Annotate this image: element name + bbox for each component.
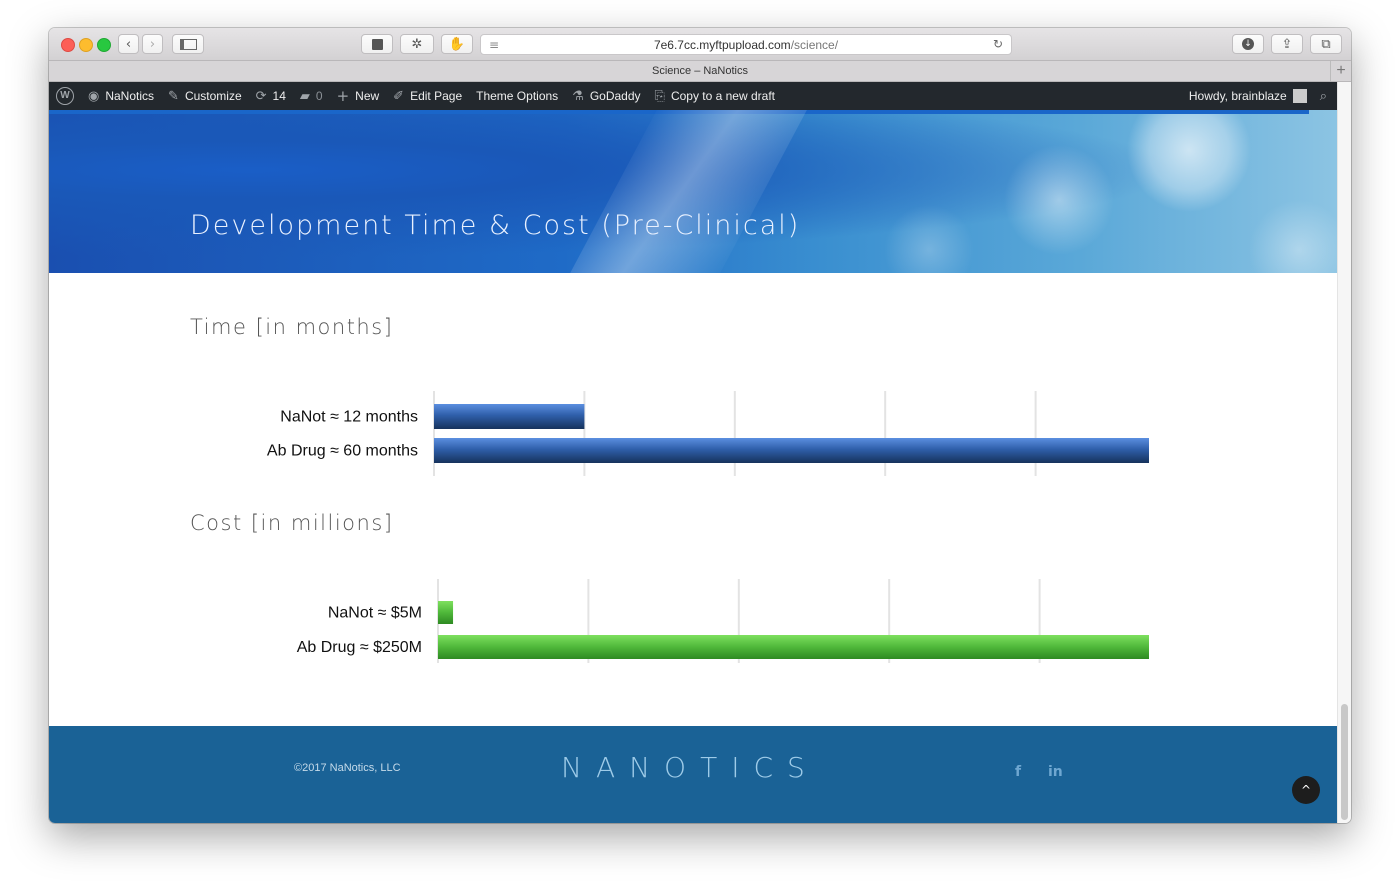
godaddy-label: GoDaddy: [589, 89, 641, 103]
sidebar-toggle-button[interactable]: [172, 34, 204, 54]
linkedin-icon[interactable]: in: [1048, 764, 1063, 780]
share-button[interactable]: ⇪: [1271, 34, 1303, 54]
scrollbar-thumb[interactable]: [1341, 704, 1348, 820]
reload-icon[interactable]: ↻: [993, 37, 1003, 51]
chevron-right-icon: ›: [149, 36, 156, 52]
download-icon: ↓: [1242, 38, 1254, 50]
my-account-menu[interactable]: Howdy, brainblaze: [1182, 82, 1314, 110]
sidebar-icon: [179, 38, 197, 50]
url-path: /science/: [790, 37, 839, 52]
search-icon: ⌕: [1319, 88, 1327, 104]
back-button[interactable]: ‹: [118, 34, 139, 54]
zoom-window-button[interactable]: [97, 38, 111, 52]
back-to-top-button[interactable]: ^: [1292, 776, 1320, 804]
time-chart-category-label: NaNot ≈ 12 months: [280, 409, 418, 426]
hand-icon: ✋: [448, 36, 466, 52]
wp-admin-bar: W ◉ NaNotics ✎ Customize ⟳ 14 ▰ 0 + New ✐ Edit…: [49, 82, 1337, 110]
url-domain: 7e6.7cc.myftpupload.com: [653, 37, 791, 52]
tab-bar: Science – NaNotics +: [49, 61, 1351, 82]
cost-chart-bar: [438, 601, 454, 624]
time-chart-category-label: Ab Drug ≈ 60 months: [267, 443, 418, 460]
copy-draft-label: Copy to a new draft: [670, 89, 775, 103]
bug-icon: ✲: [411, 36, 423, 52]
new-label: New: [355, 89, 380, 103]
copy-draft-link[interactable]: ⎘ Copy to a new draft: [648, 82, 782, 110]
comment-icon: ▰: [299, 88, 310, 104]
chevron-left-icon: ‹: [125, 36, 132, 52]
edit-page-label: Edit Page: [410, 89, 463, 103]
downloads-button[interactable]: ↓: [1232, 34, 1264, 54]
minimize-window-button[interactable]: [79, 38, 93, 52]
cost-chart-bar: [438, 635, 1149, 659]
customize-link[interactable]: ✎ Customize: [161, 82, 249, 110]
chevron-up-icon: ^: [1300, 783, 1312, 797]
time-chart-gridline: [433, 391, 435, 476]
share-icon: ⇪: [1281, 36, 1293, 52]
cost-chart-category-label: Ab Drug ≈ $250M: [297, 639, 422, 656]
dashboard-icon: ◉: [88, 88, 100, 104]
site-name-label: NaNotics: [105, 89, 155, 103]
comments-count: 0: [315, 89, 323, 103]
extension-button-3[interactable]: ✋: [441, 34, 473, 54]
extension-button-2[interactable]: ✲: [400, 34, 434, 54]
footer-logo[interactable]: NANOTICS: [561, 751, 819, 784]
admin-search-button[interactable]: ⌕: [1314, 82, 1329, 110]
time-bar-chart: NaNot ≈ 12 monthsAb Drug ≈ 60 months0122…: [267, 391, 1149, 476]
tab-title[interactable]: Science – NaNotics: [652, 65, 748, 77]
cost-chart-category-label: NaNot ≈ $5M: [328, 605, 422, 622]
cost-section-title: Cost [in millions]: [190, 511, 394, 535]
edit-page-link[interactable]: ✐ Edit Page: [386, 82, 469, 110]
updates-icon: ⟳: [255, 88, 267, 104]
tabs-overview-button[interactable]: ⧉: [1310, 34, 1342, 54]
extension-button-1[interactable]: [361, 34, 393, 54]
time-chart-gridline: [1034, 391, 1037, 476]
customize-label: Customize: [184, 89, 242, 103]
wordpress-logo-menu[interactable]: W: [49, 82, 81, 110]
tabs-icon: ⧉: [1321, 36, 1331, 52]
time-chart-gridline: [733, 391, 736, 476]
reader-icon[interactable]: ≡: [489, 38, 499, 52]
page-scrollbar[interactable]: [1337, 82, 1351, 823]
updates-link[interactable]: ⟳ 14: [249, 82, 293, 110]
pencil-icon: ✐: [393, 88, 405, 104]
time-chart-gridline: [884, 391, 887, 476]
time-chart-bar: [434, 404, 585, 429]
plus-icon: +: [336, 87, 350, 105]
time-chart-gridline: [583, 391, 586, 476]
theme-options-link[interactable]: Theme Options: [469, 82, 565, 110]
new-tab-button[interactable]: +: [1330, 61, 1351, 81]
site-name-menu[interactable]: ◉ NaNotics: [81, 82, 161, 110]
page-title: Development Time & Cost (Pre-Clinical): [190, 210, 801, 241]
theme-options-label: Theme Options: [476, 89, 559, 103]
comments-link[interactable]: ▰ 0: [293, 82, 330, 110]
page-hero-banner: Development Time & Cost (Pre-Clinical): [49, 110, 1337, 273]
forward-button[interactable]: ›: [142, 34, 163, 54]
time-section-title: Time [in months]: [190, 315, 394, 339]
stop-icon: [371, 38, 383, 50]
address-bar[interactable]: ≡ 7e6.7cc.myftpupload.com/science/ ↻: [480, 34, 1012, 55]
updates-count: 14: [272, 89, 286, 103]
cost-bar-chart: NaNot ≈ $5MAb Drug ≈ $250M05010015020025…: [297, 579, 1149, 663]
facebook-icon[interactable]: f: [1015, 764, 1021, 780]
close-window-button[interactable]: [61, 38, 75, 52]
browser-window: ‹ › ✲ ✋ ≡ 7e6.7cc.myftpupload.com/scienc…: [49, 28, 1351, 823]
new-content-menu[interactable]: + New: [330, 82, 387, 110]
copyright-text: ©2017 NaNotics, LLC: [294, 762, 401, 774]
site-footer: ©2017 NaNotics, LLC NANOTICS f in ^: [49, 726, 1337, 823]
account-area: Howdy, brainblaze ⌕: [1182, 82, 1329, 110]
hero-glass-streak: [550, 110, 818, 273]
wordpress-icon: W: [56, 87, 74, 105]
brush-icon: ✎: [168, 88, 179, 104]
copy-icon: ⎘: [654, 88, 665, 104]
godaddy-menu[interactable]: ⚗ GoDaddy: [565, 82, 647, 110]
avatar: [1292, 89, 1307, 103]
howdy-label: Howdy, brainblaze: [1188, 89, 1287, 103]
godaddy-icon: ⚗: [572, 88, 584, 104]
browser-titlebar: ‹ › ✲ ✋ ≡ 7e6.7cc.myftpupload.com/scienc…: [49, 28, 1351, 61]
time-chart-bar: [434, 438, 1149, 463]
